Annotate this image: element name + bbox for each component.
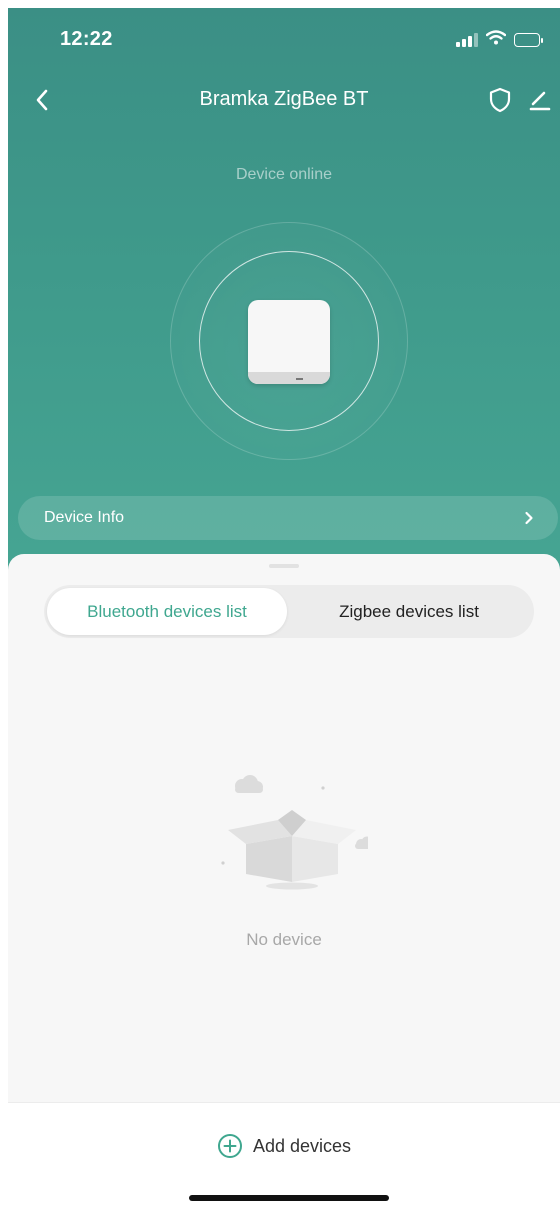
gateway-device-image: [248, 300, 330, 384]
plus-circle-icon: [217, 1134, 242, 1158]
add-devices-button[interactable]: Add devices: [8, 1126, 560, 1166]
open-box-icon: [221, 775, 368, 890]
tab-zigbee-devices[interactable]: Zigbee devices list: [287, 588, 531, 635]
battery-icon: [514, 33, 543, 47]
chevron-right-icon: [525, 511, 533, 525]
tab-bluetooth-devices[interactable]: Bluetooth devices list: [47, 588, 287, 635]
sheet-drag-handle[interactable]: [269, 564, 299, 568]
device-info-label: Device Info: [44, 509, 125, 526]
add-devices-label: Add devices: [252, 1135, 352, 1156]
wifi-icon: [485, 30, 507, 50]
footer-divider: [8, 1102, 560, 1103]
app-screen: 12:22 Bramka ZigBee BT Device online Dev…: [8, 8, 560, 1207]
device-info-row[interactable]: Device Info: [18, 496, 558, 540]
edit-button[interactable]: [522, 82, 558, 118]
pencil-icon: [529, 91, 551, 111]
device-status-text: Device online: [235, 166, 333, 183]
home-indicator: [189, 1195, 389, 1201]
device-hero: 12:22 Bramka ZigBee BT Device online Dev…: [8, 8, 560, 588]
devices-sheet: Bluetooth devices list Zigbee devices li…: [8, 554, 560, 1102]
security-button[interactable]: [482, 82, 518, 118]
status-time: 12:22: [60, 28, 113, 50]
status-bar: 12:22: [8, 8, 560, 68]
empty-state-text: No device: [246, 930, 322, 949]
status-icons: [456, 30, 543, 50]
cellular-signal-icon: [456, 33, 478, 47]
nav-bar: Bramka ZigBee BT: [8, 78, 560, 122]
device-list-tabs: Bluetooth devices list Zigbee devices li…: [44, 585, 534, 638]
page-title: Bramka ZigBee BT: [199, 88, 369, 110]
shield-icon: [489, 87, 511, 113]
